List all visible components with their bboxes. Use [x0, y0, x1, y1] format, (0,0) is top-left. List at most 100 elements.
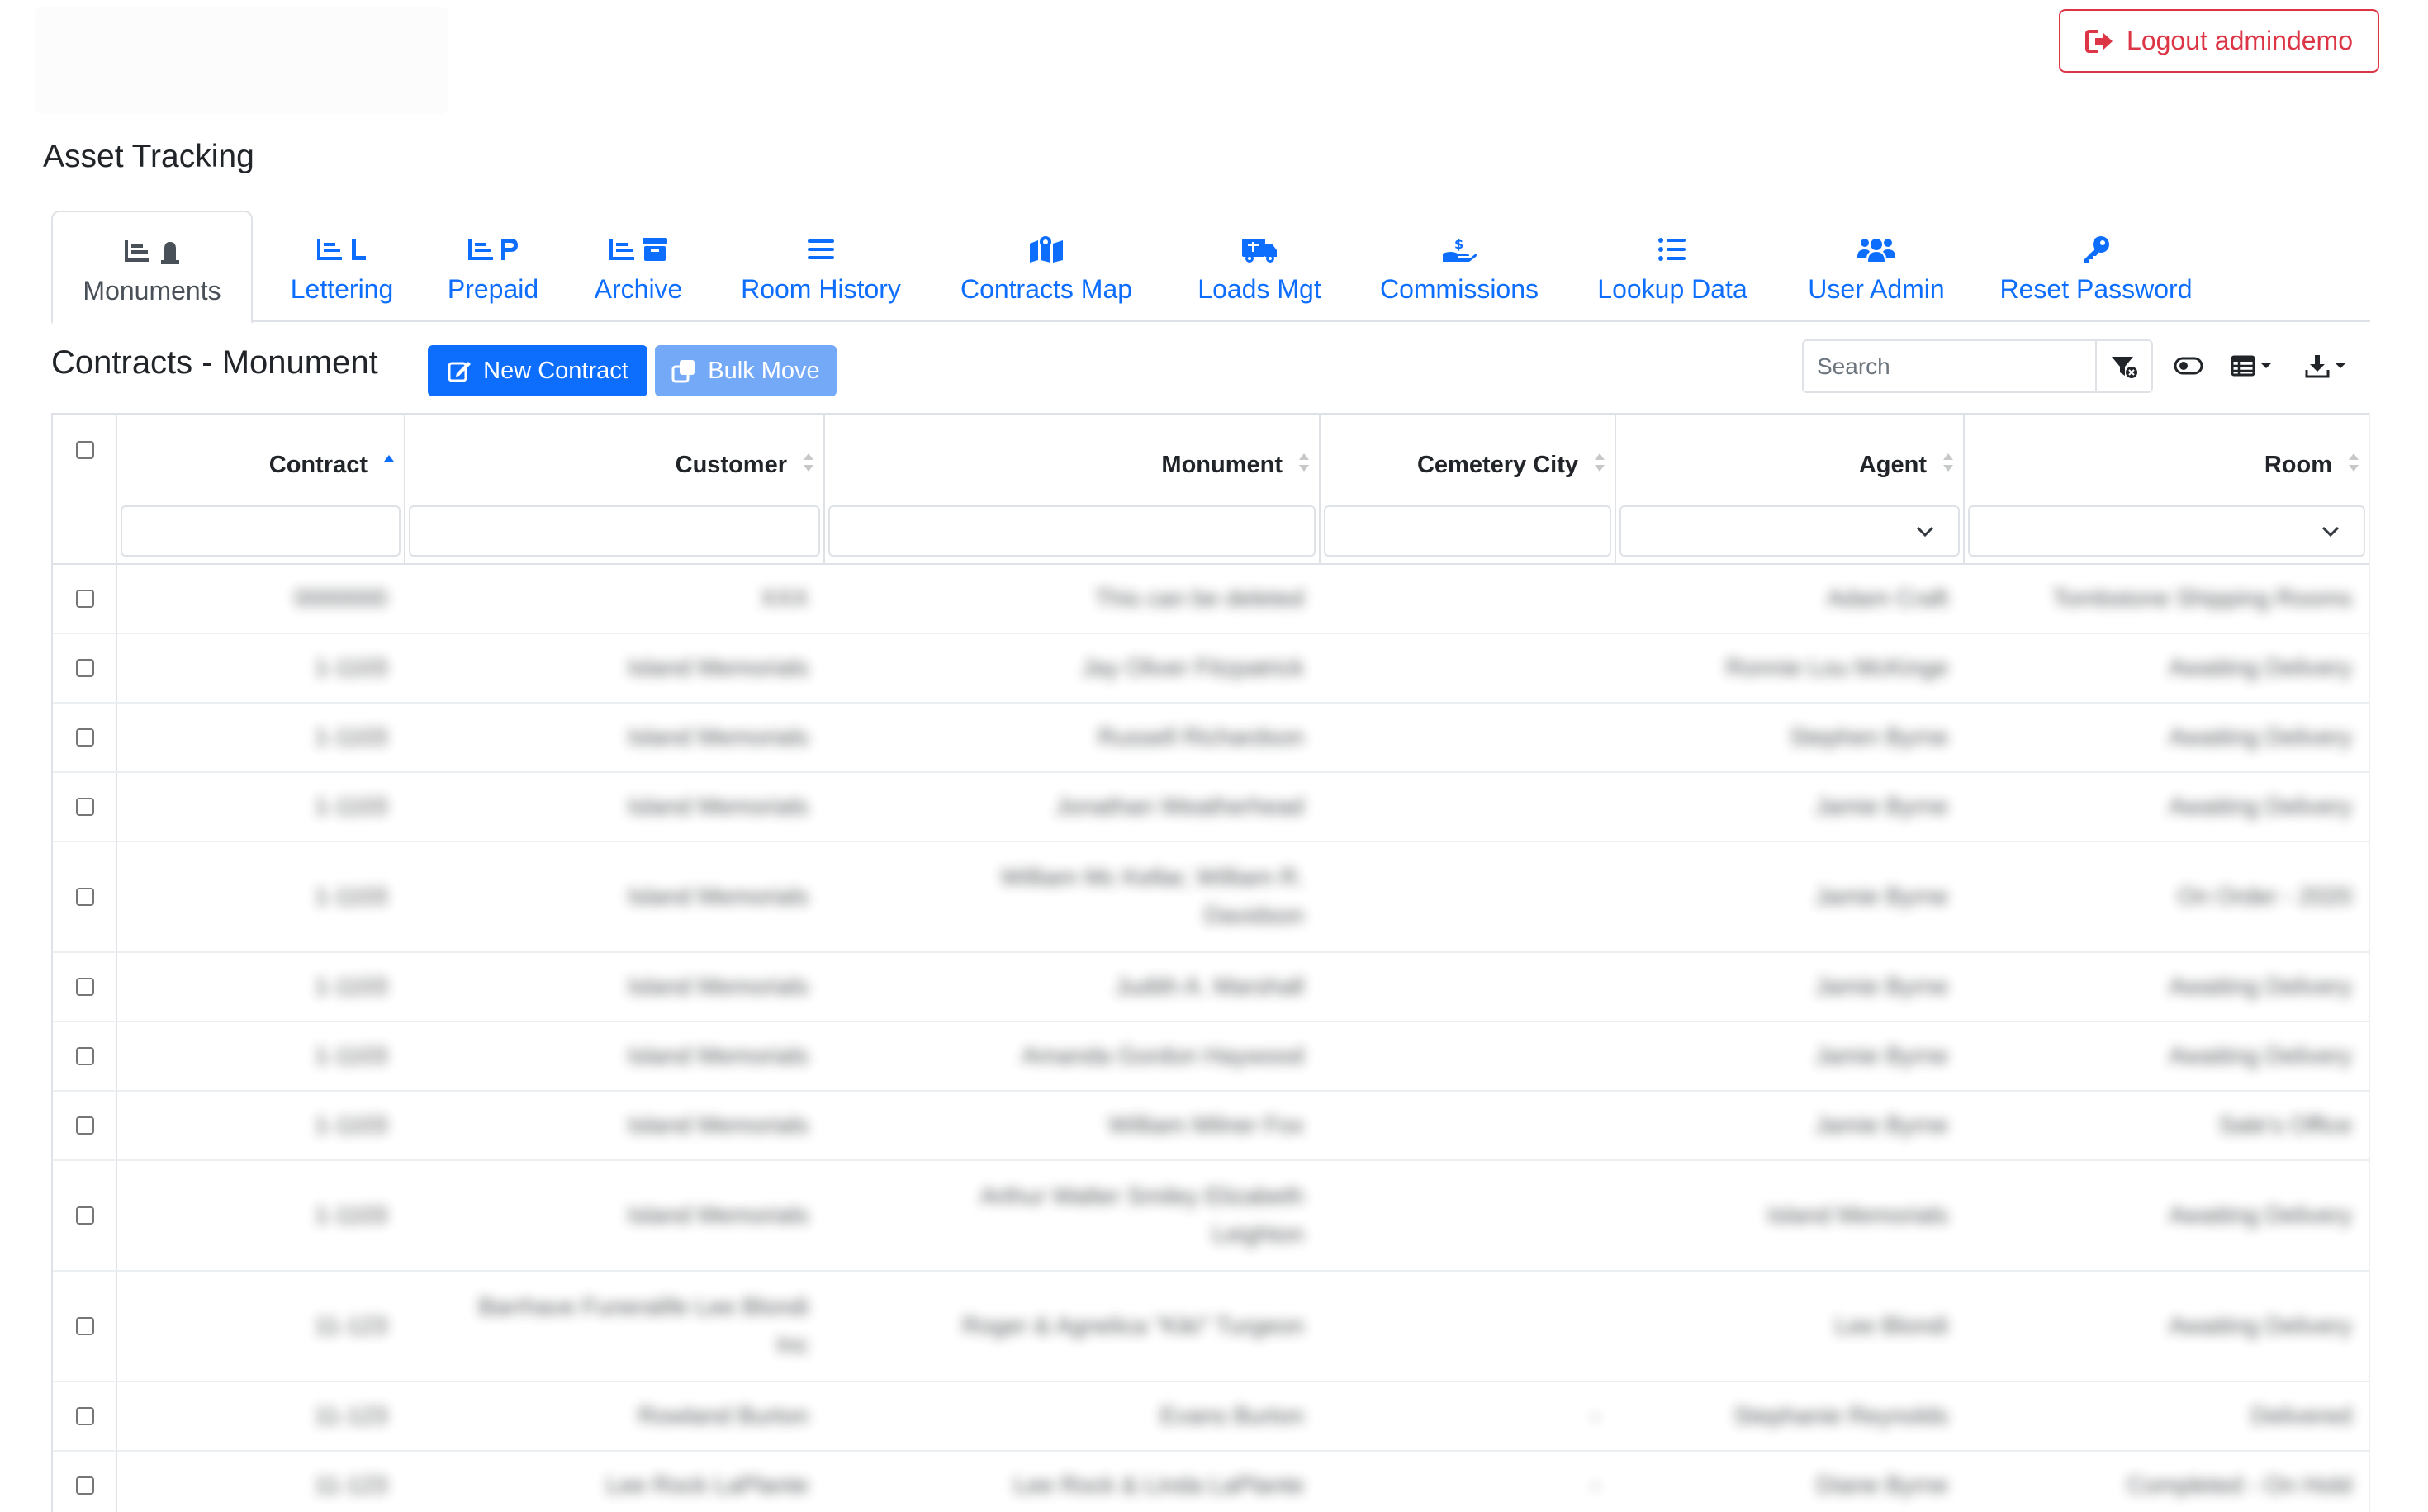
list-ul-icon	[1657, 231, 1687, 268]
table-row[interactable]: 11-123 Rowland Burton Evans Burton - Ste…	[53, 1382, 2369, 1452]
tab-label: Archive	[594, 274, 683, 304]
cell-room: Delivered	[2250, 1402, 2353, 1429]
filter-monument-input[interactable]	[828, 505, 1316, 557]
cell-agent: Jamie Byrne	[1814, 973, 1948, 1000]
header-monument[interactable]: Monument	[825, 415, 1321, 563]
table-row[interactable]: 11-123 Lee Rock LaPlante Lee Rock & Lind…	[53, 1452, 2369, 1512]
table-row[interactable]: 1-1103 Island Memorials Russell Richards…	[53, 704, 2369, 773]
cell-monument: Arthur Walter Smiley Elizabeth Leighton	[979, 1183, 1304, 1248]
column-header-monument: Monument	[1161, 452, 1283, 478]
header-customer[interactable]: Customer	[405, 415, 825, 563]
truck-icon	[1240, 231, 1278, 268]
table-row[interactable]: 1-1103 Island Memorials Jay Oliver Fitzp…	[53, 634, 2369, 704]
row-checkbox[interactable]	[76, 728, 94, 747]
row-checkbox[interactable]	[76, 1206, 94, 1225]
logout-button[interactable]: Logout admindemo	[2059, 9, 2379, 73]
row-checkbox[interactable]	[76, 978, 94, 996]
row-select-cell	[53, 773, 117, 841]
cell-cemetery-city	[1321, 1161, 1600, 1270]
tab-label: User Admin	[1808, 274, 1945, 304]
filter-room-select[interactable]	[1968, 505, 2365, 557]
cell-customer: Island Memorials	[627, 654, 809, 681]
cell-cemetery-city: -	[1591, 1472, 1600, 1499]
row-select-cell	[53, 1022, 117, 1090]
edit-icon	[448, 362, 472, 382]
search-input[interactable]	[1802, 339, 2097, 393]
tab-loads-mgt[interactable]: Loads Mgt	[1189, 211, 1330, 322]
cell-contract: 11-123	[314, 1472, 387, 1499]
row-checkbox[interactable]	[76, 590, 94, 608]
table-row[interactable]: 1-1103 Island Memorials Judith A. Marsha…	[53, 953, 2369, 1022]
row-checkbox[interactable]	[76, 888, 94, 906]
row-checkbox[interactable]	[76, 1476, 94, 1495]
list-icon	[806, 231, 836, 268]
row-checkbox[interactable]	[76, 1407, 94, 1425]
table-row[interactable]: 1-1103 Island Memorials William Mc Kella…	[53, 842, 2369, 953]
tab-contracts-map[interactable]: Contracts Map	[943, 211, 1150, 322]
header-cemetery-city[interactable]: Cemetery City	[1321, 415, 1616, 563]
tab-lettering[interactable]: Lettering	[274, 211, 410, 322]
cell-monument: This can be deleted	[1094, 585, 1304, 612]
tab-room-history[interactable]: Room History	[722, 211, 920, 322]
download-icon	[2305, 355, 2330, 378]
cell-cemetery-city	[1321, 1272, 1600, 1381]
header-contract[interactable]: Contract	[117, 415, 405, 563]
column-header-customer: Customer	[675, 452, 787, 478]
tab-label: Prepaid	[447, 274, 539, 304]
header-agent[interactable]: Agent	[1616, 415, 1965, 563]
export-dropdown-button[interactable]	[2296, 348, 2355, 384]
cell-monument: Judith A. Marshall	[1115, 973, 1304, 1000]
columns-dropdown-button[interactable]	[2222, 348, 2281, 384]
select-all-checkbox[interactable]	[76, 441, 94, 459]
filter-contract-input[interactable]	[121, 505, 401, 557]
sort-icon	[2349, 453, 2359, 472]
cell-cemetery-city	[1321, 1092, 1600, 1159]
tab-prepaid[interactable]: Prepaid	[431, 211, 555, 322]
row-checkbox[interactable]	[76, 798, 94, 816]
cell-monument: William Mc Kellar, William R. Davidson	[1000, 864, 1304, 929]
cell-room: Awaiting Delivery	[2169, 973, 2352, 1000]
clear-filter-button[interactable]	[2095, 339, 2153, 393]
header-room[interactable]: Room	[1965, 415, 2369, 563]
row-checkbox[interactable]	[76, 1317, 94, 1335]
cell-contract: 11-123	[314, 1402, 387, 1429]
table-row[interactable]: 1-1103 Island Memorials William Milner F…	[53, 1092, 2369, 1161]
tab-reset-password[interactable]: Reset Password	[1997, 211, 2195, 322]
tab-archive[interactable]: Archive	[576, 211, 700, 322]
filter-customer-input[interactable]	[409, 505, 820, 557]
header-select-cell	[53, 415, 117, 563]
new-contract-button[interactable]: New Contract	[428, 345, 647, 396]
table-row[interactable]: 0000000 XXX This can be deleted Adam Cra…	[53, 565, 2369, 634]
tab-user-admin[interactable]: User Admin	[1794, 211, 1959, 322]
cell-monument: Russell Richardson	[1098, 723, 1304, 751]
cell-customer: Island Memorials	[627, 723, 809, 751]
contracts-table: Contract Customer Monument Cemetery City…	[51, 413, 2370, 1512]
cell-customer: Island Memorials	[627, 973, 809, 1000]
toggle-columns-button[interactable]	[2170, 348, 2207, 384]
tab-monuments[interactable]: Monuments	[51, 211, 253, 324]
table-row[interactable]: 1-1103 Island Memorials Arthur Walter Sm…	[53, 1161, 2369, 1272]
svg-text:$: $	[1454, 236, 1463, 252]
sign-out-icon	[2085, 29, 2113, 53]
row-checkbox[interactable]	[76, 659, 94, 677]
tab-lookup-data[interactable]: Lookup Data	[1586, 211, 1759, 322]
cell-agent: Jamie Byrne	[1814, 1042, 1948, 1069]
cell-room: Awaiting Delivery	[2169, 654, 2352, 681]
table-row[interactable]: 1-1103 Island Memorials Amanda Gordon Ha…	[53, 1022, 2369, 1092]
tab-commissions[interactable]: $ Commissions	[1373, 211, 1546, 322]
row-checkbox[interactable]	[76, 1116, 94, 1135]
filter-cemetery-city-input[interactable]	[1324, 505, 1611, 557]
row-checkbox[interactable]	[76, 1047, 94, 1065]
table-row[interactable]: 1-1103 Island Memorials Jonathan Weather…	[53, 773, 2369, 842]
table-row[interactable]: 11-123 Barrhave Funeralife Lee Blondi In…	[53, 1272, 2369, 1382]
cell-agent: Lee Blondi	[1834, 1312, 1948, 1339]
toggle-icon	[2174, 357, 2203, 375]
tab-label: Monuments	[83, 276, 221, 306]
bulk-move-button[interactable]: Bulk Move	[655, 345, 837, 396]
filter-agent-select[interactable]	[1619, 505, 1960, 557]
cell-customer: Island Memorials	[627, 1042, 809, 1069]
cell-room: On Order - 2020	[2177, 883, 2352, 910]
cell-cemetery-city	[1321, 953, 1600, 1021]
cell-agent: Jamie Byrne	[1814, 1111, 1948, 1139]
cell-agent: Stephanie Reynolds	[1733, 1402, 1948, 1429]
